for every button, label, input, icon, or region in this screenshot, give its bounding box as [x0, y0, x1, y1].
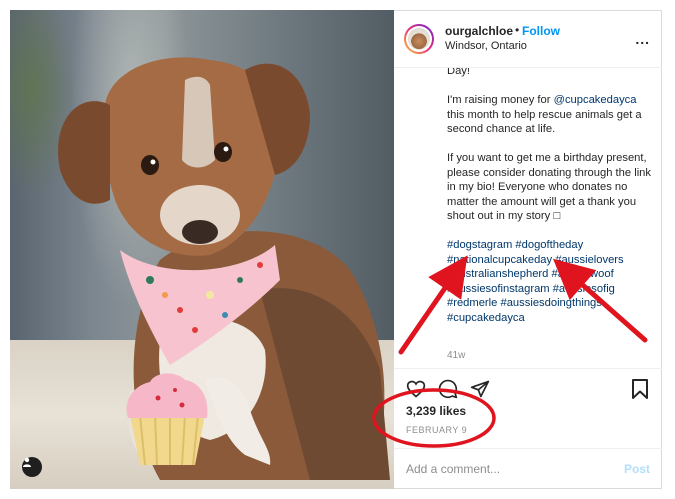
post-date[interactable]: FEBRUARY 9: [406, 425, 467, 435]
location-link[interactable]: Windsor, Ontario: [445, 40, 527, 52]
comment-icon[interactable]: [438, 379, 458, 399]
separator-dot: •: [515, 23, 520, 37]
caption-paragraph-2: If you want to get me a birthday present…: [447, 152, 652, 222]
more-options-icon[interactable]: ...: [635, 31, 650, 47]
follow-button[interactable]: Follow: [522, 24, 560, 38]
dog-illustration: [58, 57, 390, 480]
caption-hashtags[interactable]: #dogstagram #dogoftheday #nationalcupcak…: [447, 238, 652, 325]
paper-plane-icon[interactable]: [470, 379, 490, 399]
avatar-image: [408, 28, 430, 50]
bookmark-icon[interactable]: [630, 378, 650, 400]
caption-line-top: Day!: [447, 68, 471, 77]
caption-scroll-area[interactable]: Day! I'm raising money for @cupcakedayca…: [394, 68, 662, 368]
avatar[interactable]: [404, 24, 434, 54]
user-tag-icon: [23, 457, 31, 467]
comment-bar: Post: [394, 448, 662, 490]
post-comment-button[interactable]: Post: [624, 462, 650, 476]
likes-count[interactable]: 3,239 likes: [406, 404, 466, 418]
post-photo[interactable]: [10, 10, 394, 489]
caption-time-ago[interactable]: 41w: [447, 350, 465, 361]
instagram-post: ourgalchloe • Follow Windsor, Ontario ..…: [0, 0, 675, 499]
comment-input[interactable]: [406, 459, 606, 479]
post-header: ourgalchloe • Follow Windsor, Ontario ..…: [394, 11, 662, 68]
caption-text: Day! I'm raising money for @cupcakedayca…: [447, 68, 652, 340]
mention-link[interactable]: @cupcakedayca: [554, 94, 637, 106]
caption-paragraph-1: I'm raising money for @cupcakedayca this…: [447, 94, 642, 135]
post-details-panel: ourgalchloe • Follow Windsor, Ontario ..…: [394, 10, 662, 489]
tagged-users-button[interactable]: [22, 457, 42, 477]
username-link[interactable]: ourgalchloe: [445, 24, 513, 38]
heart-icon[interactable]: [406, 379, 426, 399]
